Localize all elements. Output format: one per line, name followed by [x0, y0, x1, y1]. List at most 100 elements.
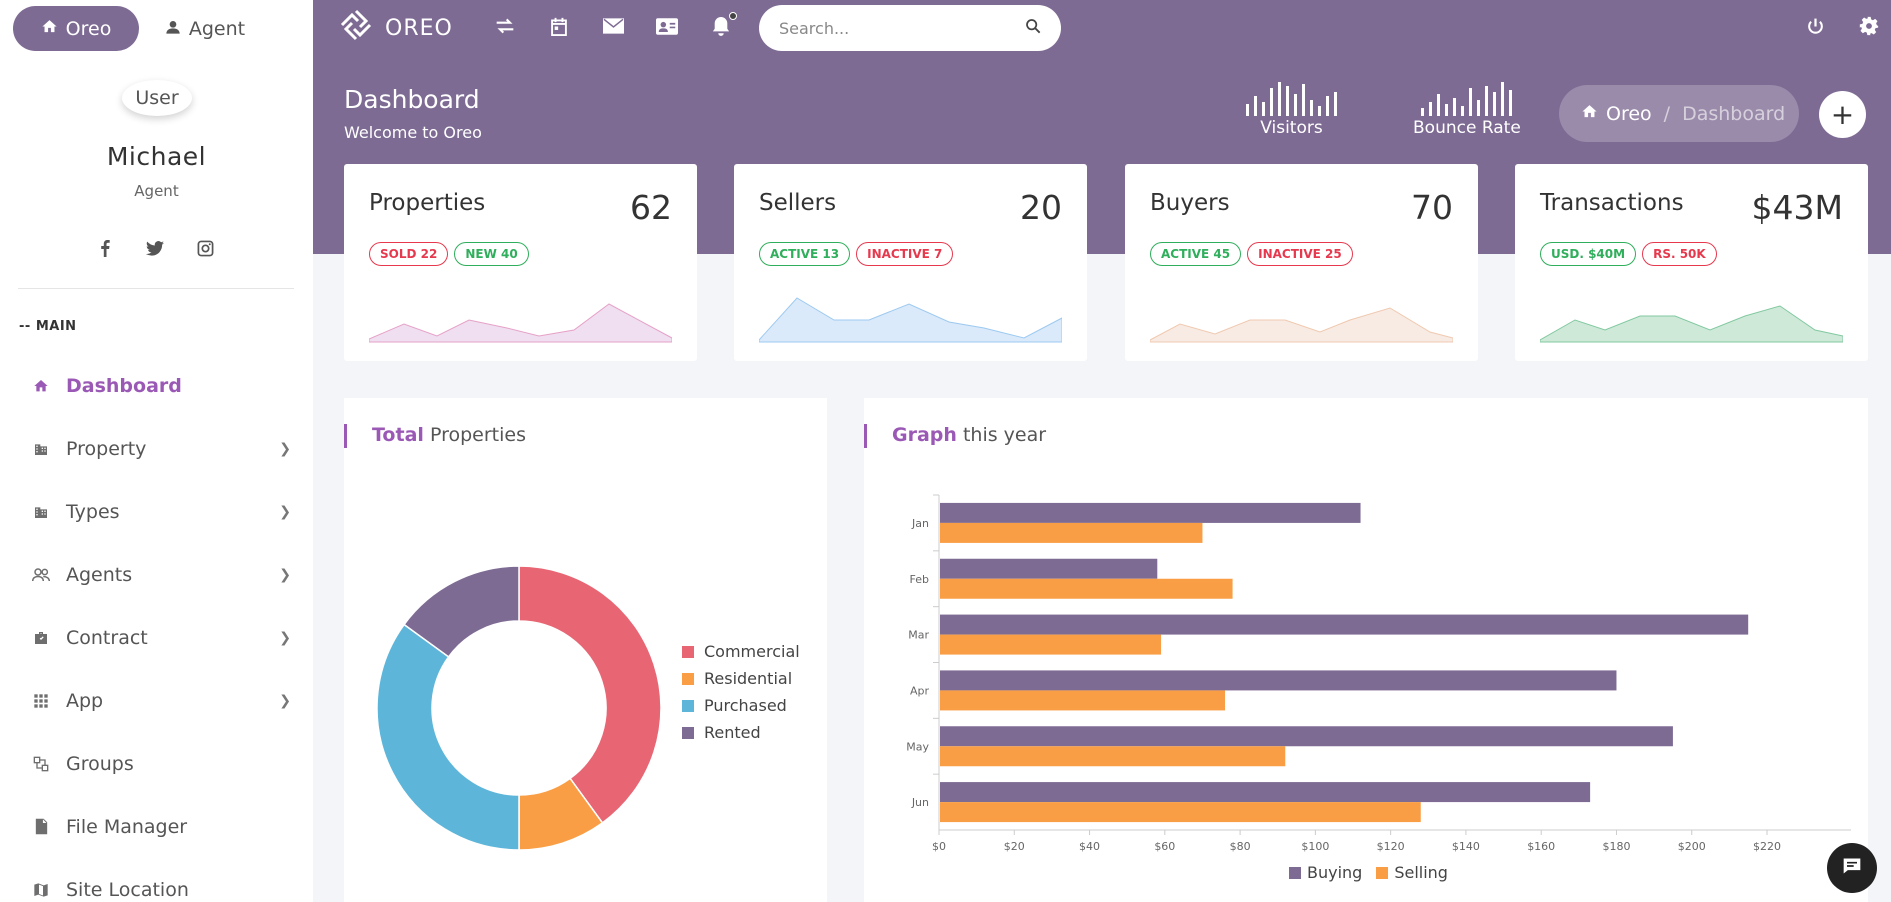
donut-slice-purchased[interactable]	[376, 623, 520, 851]
status-badge: RS. 50K	[1642, 242, 1717, 266]
sidebar-item-label: Types	[66, 500, 120, 523]
bar-buying-jan[interactable]	[940, 502, 1361, 523]
search-bar	[759, 5, 1061, 51]
sidebar-item-label: Groups	[66, 752, 134, 775]
donut-slice-commercial[interactable]	[518, 565, 662, 824]
bell-icon[interactable]	[709, 12, 737, 38]
search-icon[interactable]	[1025, 18, 1041, 38]
status-badge: NEW 40	[454, 242, 529, 266]
sidebar-item-label: Contract	[66, 626, 148, 649]
sidebar-item-dashboard[interactable]: Dashboard	[0, 354, 313, 417]
y-tick-label: Feb	[910, 573, 929, 586]
bar-chart: Jan Feb Mar Apr May Jun $0 $20 $40 $60 $80 $100 $120…	[906, 494, 1851, 853]
bar-selling-apr[interactable]	[940, 690, 1226, 711]
status-badge: INACTIVE 7	[856, 242, 954, 266]
sidebar-item-groups[interactable]: Groups	[0, 732, 313, 795]
page-subtitle: Welcome to Oreo	[344, 123, 482, 142]
breadcrumb-current: Dashboard	[1682, 102, 1786, 125]
sidebar-divider	[18, 288, 294, 289]
x-tick-label: $120	[1377, 840, 1405, 853]
calendar-icon[interactable]	[547, 14, 571, 38]
x-tick-label: $0	[932, 840, 946, 853]
stat-badges: ACTIVE 45 INACTIVE 25	[1150, 242, 1353, 266]
breadcrumb: Oreo / Dashboard	[1559, 85, 1799, 142]
bar-buying-feb[interactable]	[940, 558, 1158, 579]
sidebar-item-contract[interactable]: Contract ❯	[0, 606, 313, 669]
avatar[interactable]: User	[122, 80, 192, 116]
tab-agent[interactable]: Agent	[145, 6, 265, 51]
person-icon	[165, 18, 181, 40]
legend-label: Purchased	[704, 696, 787, 715]
apps-grid-icon	[32, 692, 50, 710]
bar-selling-jun[interactable]	[940, 802, 1421, 823]
twitter-icon[interactable]	[143, 236, 167, 260]
bar-buying-mar[interactable]	[940, 614, 1749, 635]
sidebar-item-agents[interactable]: Agents ❯	[0, 543, 313, 606]
home-icon	[32, 377, 50, 395]
power-icon[interactable]	[1803, 14, 1827, 38]
add-button[interactable]: +	[1819, 91, 1866, 138]
bounce-rate-label: Bounce Rate	[1413, 118, 1521, 138]
x-tick-label: $180	[1602, 840, 1630, 853]
bar-buying-apr[interactable]	[940, 670, 1617, 691]
stat-badges: ACTIVE 13 INACTIVE 7	[759, 242, 954, 266]
home-icon[interactable]	[1581, 103, 1598, 125]
swap-icon[interactable]	[493, 14, 517, 38]
legend-label: Buying	[1307, 863, 1363, 882]
sidebar-item-site-location[interactable]: Site Location	[0, 858, 313, 902]
sidebar-item-app[interactable]: App ❯	[0, 669, 313, 732]
facebook-icon[interactable]	[93, 236, 117, 260]
legend-item: Purchased	[682, 692, 800, 719]
briefcase-icon	[32, 629, 50, 647]
file-icon	[32, 818, 50, 836]
sidebar-item-types[interactable]: Types ❯	[0, 480, 313, 543]
bar-selling-jan[interactable]	[940, 522, 1203, 543]
contact-card-icon[interactable]	[655, 14, 679, 38]
people-icon	[32, 566, 50, 584]
stat-title: Buyers	[1150, 190, 1230, 216]
panel-title-bold: Total	[372, 424, 424, 446]
chat-button[interactable]	[1827, 843, 1877, 893]
bar-selling-feb[interactable]	[940, 578, 1233, 599]
bar-buying-jun[interactable]	[940, 782, 1591, 803]
user-role: Agent	[134, 182, 179, 200]
bar-selling-may[interactable]	[940, 746, 1286, 767]
groups-icon	[32, 755, 50, 773]
brand-name: OREO	[385, 15, 453, 41]
search-input[interactable]	[779, 18, 1025, 38]
chevron-right-icon: ❯	[279, 440, 291, 457]
social-links	[93, 236, 217, 260]
stat-badges: USD. $40M RS. 50K	[1540, 242, 1717, 266]
tab-oreo[interactable]: Oreo	[13, 6, 139, 51]
chevron-right-icon: ❯	[279, 692, 291, 709]
stat-value: $43M	[1751, 188, 1843, 227]
sidebar-item-file-manager[interactable]: File Manager	[0, 795, 313, 858]
breadcrumb-home[interactable]: Oreo	[1606, 103, 1652, 125]
y-tick-label: Jun	[911, 796, 929, 809]
section-title: -- MAIN	[19, 319, 77, 334]
donut-chart	[376, 565, 662, 851]
gear-icon[interactable]	[1857, 14, 1881, 38]
bar-buying-may[interactable]	[940, 726, 1673, 747]
instagram-icon[interactable]	[193, 236, 217, 260]
tab-label: Agent	[188, 17, 246, 40]
x-tick-label: $140	[1452, 840, 1480, 853]
bar-selling-mar[interactable]	[940, 634, 1162, 655]
x-tick-label: $80	[1230, 840, 1251, 853]
legend-item: Rented	[682, 719, 800, 746]
sidebar-item-label: Dashboard	[66, 374, 182, 397]
brand[interactable]: OREO	[339, 8, 453, 48]
x-tick-label: $220	[1753, 840, 1781, 853]
visitors-sparkbars	[1246, 82, 1337, 116]
building-icon	[32, 503, 50, 521]
legend-label: Rented	[704, 723, 761, 742]
status-badge: INACTIVE 25	[1247, 242, 1353, 266]
graph-panel: Graph this year Jan Feb Mar Apr May Jun $0 $20 $…	[864, 398, 1868, 902]
legend-label: Commercial	[704, 642, 800, 661]
logo-icon	[339, 8, 373, 48]
sidebar-item-property[interactable]: Property ❯	[0, 417, 313, 480]
mail-icon[interactable]	[601, 14, 625, 38]
stat-card-transactions: Transactions $43M USD. $40M RS. 50K	[1515, 164, 1868, 361]
home-icon	[41, 18, 58, 40]
user-name: Michael	[106, 142, 207, 171]
